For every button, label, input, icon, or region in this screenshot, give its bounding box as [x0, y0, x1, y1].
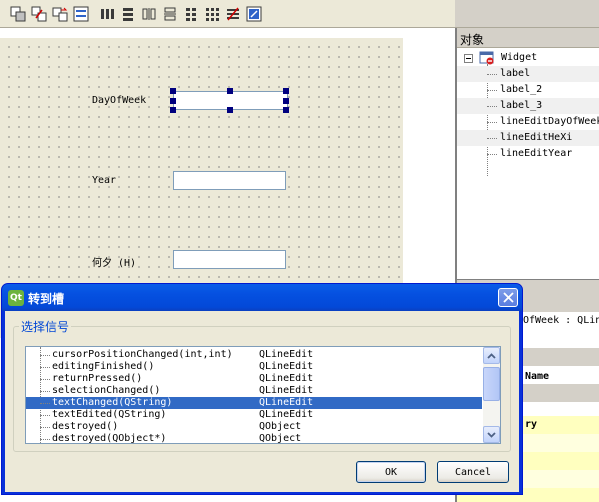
lineedit-hexi[interactable]	[173, 250, 286, 269]
property-object-title: OfWeek : QLin	[523, 315, 599, 326]
qt-designer-window: DayOfWeek Year 何夕 (H) 对象 Widget label la…	[0, 0, 599, 502]
signal-class: QObject	[259, 421, 302, 432]
label-dayofweek[interactable]: DayOfWeek	[92, 95, 146, 106]
dialog-title-bar[interactable]: Qt 转到槽	[2, 284, 522, 311]
tree-item-label: Widget	[501, 52, 538, 63]
signal-list-item[interactable]: textChanged(QString) QLineEdit	[26, 397, 482, 409]
tree-item[interactable]: label_3	[457, 98, 599, 114]
signal-list-item[interactable]: cursorPositionChanged(int,int) QLineEdit	[26, 349, 482, 361]
break-layout-icon[interactable]	[223, 4, 242, 23]
edit-buddies-icon[interactable]	[50, 4, 69, 23]
layout-horizontal-splitter-icon[interactable]	[139, 4, 158, 23]
signal-name: textChanged(QString)	[52, 397, 173, 408]
scroll-thumb[interactable]	[483, 367, 500, 401]
edit-tab-order-icon[interactable]	[71, 4, 90, 23]
signal-class: QLineEdit	[259, 361, 314, 372]
layout-vertical-icon[interactable]	[118, 4, 137, 23]
qt-logo-icon: Qt	[8, 290, 24, 306]
tree-item[interactable]: label_2	[457, 82, 599, 98]
ok-button[interactable]: OK	[356, 461, 426, 483]
close-button[interactable]	[498, 288, 518, 307]
signal-name: editingFinished()	[52, 361, 155, 372]
scroll-up-button[interactable]	[483, 347, 500, 364]
signal-class: QLineEdit	[259, 385, 314, 396]
layout-form-icon[interactable]	[181, 4, 200, 23]
resize-handle[interactable]	[170, 98, 176, 104]
widget-icon	[479, 51, 494, 65]
resize-handle[interactable]	[170, 107, 176, 113]
signal-list-item[interactable]: returnPressed() QLineEdit	[26, 373, 482, 385]
scroll-down-button[interactable]	[483, 426, 500, 443]
signal-class: QLineEdit	[259, 349, 314, 360]
signal-class: QObject	[259, 433, 302, 444]
signal-list-item[interactable]: destroyed(QObject*) QObject	[26, 433, 482, 444]
signal-name: textEdited(QString)	[52, 409, 167, 420]
signal-name: destroyed()	[52, 421, 119, 432]
layout-vertical-splitter-icon[interactable]	[160, 4, 179, 23]
tree-item[interactable]: lineEditDayOfWeek	[457, 114, 599, 130]
toolbar-empty-area	[455, 0, 599, 28]
edit-widgets-icon[interactable]	[8, 4, 27, 23]
object-inspector: 对象 Widget label label_2 label_3 lineEdit…	[455, 28, 599, 280]
edit-signals-icon[interactable]	[29, 4, 48, 23]
signal-class: QLineEdit	[259, 373, 314, 384]
dialog-body: 选择信号 cursorPositionChanged(int,int) QLine…	[5, 311, 519, 492]
signal-class: QLineEdit	[259, 409, 314, 420]
close-icon	[502, 292, 514, 303]
signal-list-item[interactable]: selectionChanged() QLineEdit	[26, 385, 482, 397]
chevron-down-icon	[487, 431, 496, 438]
chevron-up-icon	[487, 352, 496, 359]
layout-grid-icon[interactable]	[202, 4, 221, 23]
resize-handle[interactable]	[283, 88, 289, 94]
vertical-scrollbar[interactable]	[483, 347, 500, 443]
signal-list-item[interactable]: destroyed() QObject	[26, 421, 482, 433]
resize-handle[interactable]	[283, 107, 289, 113]
tree-item[interactable]: lineEditYear	[457, 146, 599, 162]
groupbox-title: 选择信号	[19, 318, 72, 335]
signal-list[interactable]: cursorPositionChanged(int,int) QLineEdit e…	[25, 346, 501, 444]
adjust-size-icon[interactable]	[244, 4, 263, 23]
resize-handle[interactable]	[283, 98, 289, 104]
signal-name: destroyed(QObject*)	[52, 433, 167, 444]
object-inspector-header: 对象	[457, 28, 599, 48]
signal-name: returnPressed()	[52, 373, 143, 384]
go-to-slot-dialog: Qt 转到槽 选择信号 cursorPositionChanged(int,in…	[1, 283, 523, 495]
designer-toolbar	[0, 0, 455, 28]
signal-name: cursorPositionChanged(int,int)	[52, 349, 233, 360]
lineedit-year[interactable]	[173, 171, 286, 190]
signal-class: QLineEdit	[259, 397, 314, 408]
tree-item[interactable]: label	[457, 66, 599, 82]
resize-handle[interactable]	[170, 88, 176, 94]
cancel-button[interactable]: Cancel	[437, 461, 509, 483]
signal-list-item[interactable]: editingFinished() QLineEdit	[26, 361, 482, 373]
label-year[interactable]: Year	[92, 175, 116, 186]
resize-handle[interactable]	[227, 88, 233, 94]
tree-item-widget[interactable]: Widget	[457, 50, 599, 66]
label-hexi[interactable]: 何夕 (H)	[92, 254, 136, 269]
collapse-icon[interactable]	[464, 54, 473, 63]
tree-item[interactable]: lineEditHeXi	[457, 130, 599, 146]
layout-horizontal-icon[interactable]	[97, 4, 116, 23]
signal-name: selectionChanged()	[52, 385, 161, 396]
dialog-title: 转到槽	[28, 292, 65, 306]
signal-list-item[interactable]: textEdited(QString) QLineEdit	[26, 409, 482, 421]
resize-handle[interactable]	[227, 107, 233, 113]
